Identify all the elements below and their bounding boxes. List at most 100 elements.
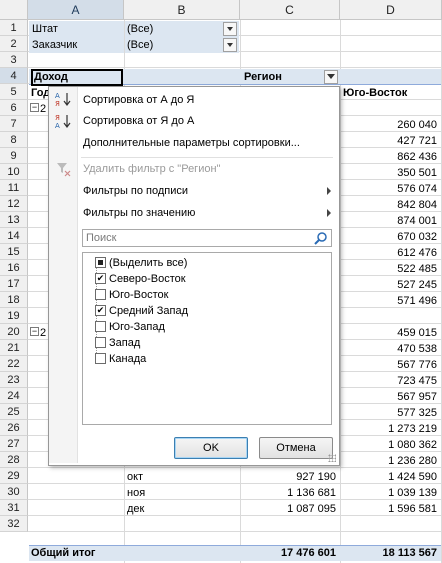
row-header[interactable]: 5	[0, 84, 28, 100]
row-header[interactable]: 6	[0, 100, 28, 116]
region-filter-dropdown-button[interactable]	[324, 70, 338, 84]
row-header[interactable]: 27	[0, 436, 28, 452]
checkbox[interactable]	[95, 337, 106, 348]
checklist-item[interactable]: Канада	[95, 351, 147, 367]
row-header[interactable]: 31	[0, 500, 28, 516]
row-header[interactable]: 32	[0, 516, 28, 532]
row-header[interactable]: 15	[0, 244, 28, 260]
row-header[interactable]: 20	[0, 324, 28, 340]
more-sort-options-item[interactable]: Дополнительные параметры сортировки...	[83, 133, 300, 153]
row-header[interactable]: 2	[0, 36, 28, 52]
search-input[interactable]: Поиск	[82, 229, 332, 247]
state-filter-label: Штат	[29, 21, 124, 37]
gridline	[28, 67, 442, 68]
state-filter-value[interactable]: (Все)	[125, 21, 239, 37]
checklist-item[interactable]: Запад	[95, 335, 140, 351]
southeast-column-header: Юго-Восток	[343, 87, 408, 99]
row-header[interactable]: 22	[0, 356, 28, 372]
sort-z-to-a-item[interactable]: Сортировка от Я до А	[83, 111, 194, 131]
month-label: окт	[127, 471, 144, 483]
grand-total-d: 18 113 567	[382, 547, 437, 559]
checklist-item-label: Юго-Восток	[109, 289, 169, 301]
row-header[interactable]: 4	[0, 68, 28, 84]
row-header[interactable]: 11	[0, 180, 28, 196]
checkbox[interactable]	[95, 257, 106, 268]
row-header[interactable]: 24	[0, 388, 28, 404]
checkbox[interactable]	[95, 289, 106, 300]
checklist-item-label: (Выделить все)	[109, 257, 188, 269]
resize-grip-icon[interactable]	[328, 454, 336, 462]
row-header[interactable]: 26	[0, 420, 28, 436]
cancel-button[interactable]: Отмена	[259, 437, 333, 459]
clear-filter-icon	[55, 161, 71, 177]
row-header[interactable]: 29	[0, 468, 28, 484]
table-cell: 723 475	[397, 375, 437, 387]
table-cell: 522 485	[397, 263, 437, 275]
svg-text:Я: Я	[55, 114, 60, 122]
pivot-value-field-label[interactable]: Доход	[31, 69, 123, 86]
checklist-item[interactable]: ✔ Средний Запад	[95, 303, 189, 319]
customer-filter-dropdown-button[interactable]	[223, 38, 237, 52]
row-header[interactable]: 8	[0, 132, 28, 148]
table-cell: 612 476	[397, 247, 437, 259]
state-filter-dropdown-button[interactable]	[223, 22, 237, 36]
sort-a-to-z-item[interactable]: Сортировка от А до Я	[83, 90, 194, 110]
row-header[interactable]: 3	[0, 52, 28, 68]
customer-filter-label: Заказчик	[29, 37, 124, 53]
value-filters-item[interactable]: Фильтры по значению	[83, 203, 195, 223]
year-group-label: 2	[40, 103, 47, 115]
checkbox[interactable]: ✔	[95, 305, 106, 316]
checklist-item[interactable]: Юго-Запад	[95, 319, 165, 335]
row-header[interactable]: 23	[0, 372, 28, 388]
grand-total-c: 17 476 601	[280, 547, 336, 559]
region-filter-menu: АЯ Сортировка от А до Я ЯА Сортировка от…	[48, 86, 340, 466]
sort-a-to-z-icon: АЯ	[55, 91, 71, 108]
clear-region-filter-item[interactable]: Удалить фильтр с "Регион"	[83, 159, 220, 179]
checklist-item-label: Канада	[109, 353, 147, 365]
row-header[interactable]: 16	[0, 260, 28, 276]
row-header[interactable]: 7	[0, 116, 28, 132]
collapse-group-button[interactable]: −	[30, 327, 39, 336]
search-placeholder: Поиск	[86, 232, 117, 244]
row-header[interactable]: 21	[0, 340, 28, 356]
menu-icon-strip	[49, 87, 78, 463]
row-header[interactable]: 28	[0, 452, 28, 468]
table-cell: 427 721	[397, 135, 437, 147]
row-header[interactable]: 12	[0, 196, 28, 212]
checklist-item[interactable]: Юго-Восток	[95, 287, 169, 303]
checklist-item-label: Средний Запад	[109, 305, 189, 317]
checklist-item[interactable]: (Выделить все)	[95, 255, 188, 271]
customer-filter-value[interactable]: (Все)	[125, 37, 239, 53]
row-header[interactable]: 14	[0, 228, 28, 244]
table-cell: 1 596 581	[388, 503, 437, 515]
checkbox[interactable]	[95, 321, 106, 332]
row-header[interactable]: 13	[0, 212, 28, 228]
gridline	[28, 531, 442, 532]
ok-button[interactable]: OK	[174, 437, 248, 459]
row-header[interactable]: 19	[0, 308, 28, 324]
table-cell: 1 236 280	[388, 455, 437, 467]
column-header-d[interactable]: D	[340, 0, 442, 20]
search-icon[interactable]	[314, 231, 328, 248]
row-header[interactable]: 17	[0, 276, 28, 292]
checkbox[interactable]: ✔	[95, 273, 106, 284]
row-header[interactable]: 18	[0, 292, 28, 308]
table-cell: 260 040	[397, 119, 437, 131]
checklist-item[interactable]: ✔ Северо-Восток	[95, 271, 186, 287]
submenu-arrow-icon	[327, 209, 331, 217]
collapse-group-button[interactable]: −	[30, 103, 39, 112]
label-filters-item[interactable]: Фильтры по подписи	[83, 181, 188, 201]
column-header-c[interactable]: C	[240, 0, 340, 20]
sort-z-to-a-icon: ЯА	[55, 113, 71, 130]
row-header[interactable]: 25	[0, 404, 28, 420]
checkbox[interactable]	[95, 353, 106, 364]
column-header-a[interactable]: A	[28, 0, 124, 20]
column-header-b[interactable]: B	[124, 0, 240, 20]
row-header[interactable]: 9	[0, 148, 28, 164]
row-header[interactable]: 30	[0, 484, 28, 500]
row-header[interactable]: 10	[0, 164, 28, 180]
select-all-corner[interactable]	[0, 0, 28, 20]
row-header[interactable]: 1	[0, 20, 28, 36]
table-cell: 1 424 590	[388, 471, 437, 483]
table-cell: 862 436	[397, 151, 437, 163]
